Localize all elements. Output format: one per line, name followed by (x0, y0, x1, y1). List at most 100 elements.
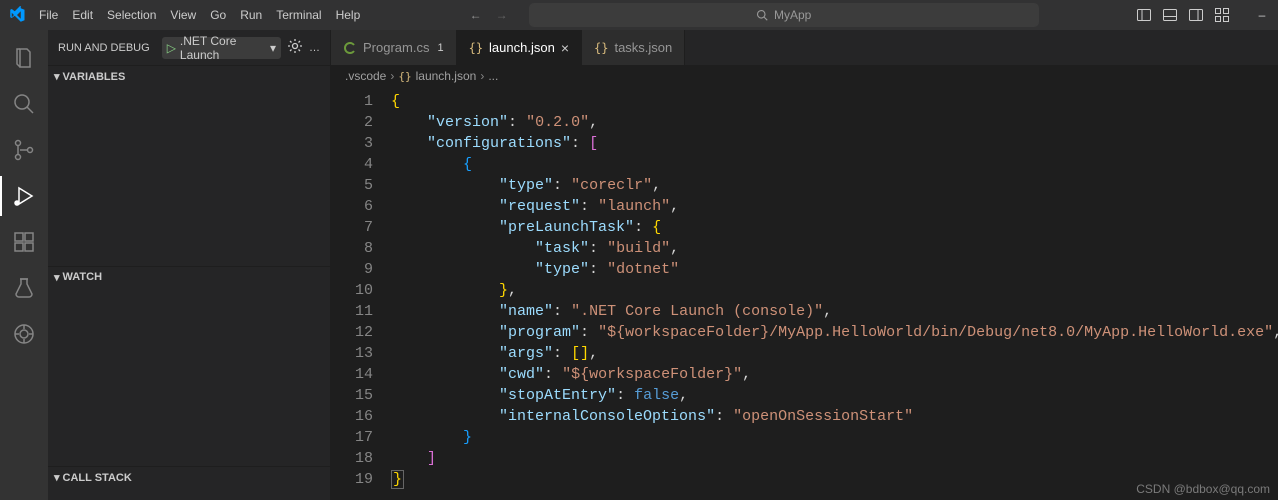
line-number: 12 (331, 322, 373, 343)
line-number: 7 (331, 217, 373, 238)
code-line[interactable]: { (391, 154, 1278, 175)
code-line[interactable]: "args": [], (391, 343, 1278, 364)
line-number: 17 (331, 427, 373, 448)
menu-bar: File Edit Selection View Go Run Terminal… (32, 8, 367, 22)
code-line[interactable]: "stopAtEntry": false, (391, 385, 1278, 406)
start-debug-icon[interactable]: ▷ (167, 41, 176, 55)
activity-testing-icon[interactable] (0, 268, 48, 308)
breadcrumb-file[interactable]: launch.json (416, 69, 477, 83)
line-number: 5 (331, 175, 373, 196)
section-callstack[interactable]: ▾ CALL STACK (48, 466, 330, 488)
code-line[interactable]: "configurations": [ (391, 133, 1278, 154)
menu-edit[interactable]: Edit (65, 8, 100, 22)
chevron-right-icon: › (480, 69, 484, 83)
activity-explorer-icon[interactable] (0, 38, 48, 78)
code-line[interactable]: "type": "coreclr", (391, 175, 1278, 196)
chevron-down-icon[interactable]: ▾ (270, 41, 276, 55)
line-number: 2 (331, 112, 373, 133)
menu-view[interactable]: View (163, 8, 203, 22)
spacer (48, 488, 330, 500)
watermark: CSDN @bdbox@qq.com (1136, 482, 1270, 496)
code-line[interactable]: "preLaunchTask": { (391, 217, 1278, 238)
chevron-down-icon: ▾ (54, 471, 60, 484)
breadcrumb[interactable]: .vscode › {} launch.json › ... (331, 65, 1278, 87)
line-number: 19 (331, 469, 373, 490)
launch-config-select[interactable]: ▷ .NET Core Launch ▾ (162, 37, 281, 59)
activity-extensions-icon[interactable] (0, 222, 48, 262)
editor-group: Program.cs 1 {} launch.json × {} tasks.j… (331, 30, 1278, 500)
code-line[interactable]: "version": "0.2.0", (391, 112, 1278, 133)
gear-icon[interactable] (287, 38, 303, 57)
vscode-logo-icon (8, 6, 26, 24)
section-callstack-label: CALL STACK (63, 472, 132, 484)
tab-dirty-count: 1 (437, 42, 443, 54)
editor-tabs: Program.cs 1 {} launch.json × {} tasks.j… (331, 30, 1278, 65)
code-editor[interactable]: 12345678910111213141516171819 { "version… (331, 87, 1278, 500)
line-number: 9 (331, 259, 373, 280)
menu-file[interactable]: File (32, 8, 65, 22)
line-number: 8 (331, 238, 373, 259)
menu-terminal[interactable]: Terminal (269, 8, 328, 22)
tab-tasks-json[interactable]: {} tasks.json (582, 30, 685, 65)
line-number: 1 (331, 91, 373, 112)
nav-back-icon[interactable]: ← (465, 4, 487, 26)
code-line[interactable]: "program": "${workspaceFolder}/MyApp.Hel… (391, 322, 1278, 343)
menu-run[interactable]: Run (233, 8, 269, 22)
activity-search-icon[interactable] (0, 84, 48, 124)
tab-launch-json[interactable]: {} launch.json × (457, 30, 582, 65)
code-line[interactable]: { (391, 91, 1278, 112)
tab-program-cs[interactable]: Program.cs 1 (331, 30, 457, 65)
title-right-controls: – (1136, 7, 1270, 23)
command-center[interactable]: MyApp (529, 3, 1039, 27)
close-icon[interactable]: × (561, 40, 569, 56)
tab-label: Program.cs (363, 40, 429, 55)
run-debug-title: RUN AND DEBUG (58, 42, 150, 54)
breadcrumb-more[interactable]: ... (488, 69, 498, 83)
line-number: 6 (331, 196, 373, 217)
more-icon[interactable]: … (309, 42, 320, 54)
line-number: 10 (331, 280, 373, 301)
code-line[interactable]: ] (391, 448, 1278, 469)
variables-body (48, 87, 330, 266)
json-file-icon: {} (594, 41, 608, 55)
section-watch[interactable]: ▾ WATCH (48, 266, 330, 288)
breadcrumb-folder[interactable]: .vscode (345, 69, 386, 83)
activity-remote-icon[interactable] (0, 314, 48, 354)
activity-debug-icon[interactable] (0, 176, 48, 216)
code-line[interactable]: "name": ".NET Core Launch (console)", (391, 301, 1278, 322)
line-number: 14 (331, 364, 373, 385)
launch-config-name: .NET Core Launch (180, 34, 266, 62)
code-line[interactable]: "cwd": "${workspaceFolder}", (391, 364, 1278, 385)
line-number: 15 (331, 385, 373, 406)
layout-panel-icon[interactable] (1162, 7, 1178, 23)
menu-help[interactable]: Help (329, 8, 368, 22)
code-line[interactable]: "task": "build", (391, 238, 1278, 259)
json-file-icon: {} (398, 70, 411, 83)
line-number: 13 (331, 343, 373, 364)
section-watch-label: WATCH (63, 271, 103, 283)
layout-customize-icon[interactable] (1214, 7, 1230, 23)
section-variables[interactable]: ▾ VARIABLES (48, 65, 330, 87)
layout-primary-icon[interactable] (1136, 7, 1152, 23)
line-number: 4 (331, 154, 373, 175)
titlebar: File Edit Selection View Go Run Terminal… (0, 0, 1278, 30)
code-line[interactable]: } (391, 427, 1278, 448)
json-file-icon: {} (469, 41, 483, 55)
menu-selection[interactable]: Selection (100, 8, 163, 22)
activity-scm-icon[interactable] (0, 130, 48, 170)
minimize-icon[interactable]: – (1254, 7, 1270, 23)
code-line[interactable]: "request": "launch", (391, 196, 1278, 217)
code-content[interactable]: { "version": "0.2.0", "configurations": … (391, 87, 1278, 500)
code-line[interactable]: }, (391, 280, 1278, 301)
nav-forward-icon[interactable]: → (491, 4, 513, 26)
nav-arrows: ← → (465, 4, 513, 26)
run-debug-header: RUN AND DEBUG ▷ .NET Core Launch ▾ … (48, 30, 330, 65)
code-line[interactable]: "internalConsoleOptions": "openOnSession… (391, 406, 1278, 427)
code-line[interactable]: "type": "dotnet" (391, 259, 1278, 280)
line-number-gutter: 12345678910111213141516171819 (331, 87, 391, 500)
layout-secondary-icon[interactable] (1188, 7, 1204, 23)
run-debug-panel: RUN AND DEBUG ▷ .NET Core Launch ▾ … ▾ V… (48, 30, 331, 500)
line-number: 16 (331, 406, 373, 427)
chevron-right-icon: › (390, 69, 394, 83)
menu-go[interactable]: Go (203, 8, 233, 22)
